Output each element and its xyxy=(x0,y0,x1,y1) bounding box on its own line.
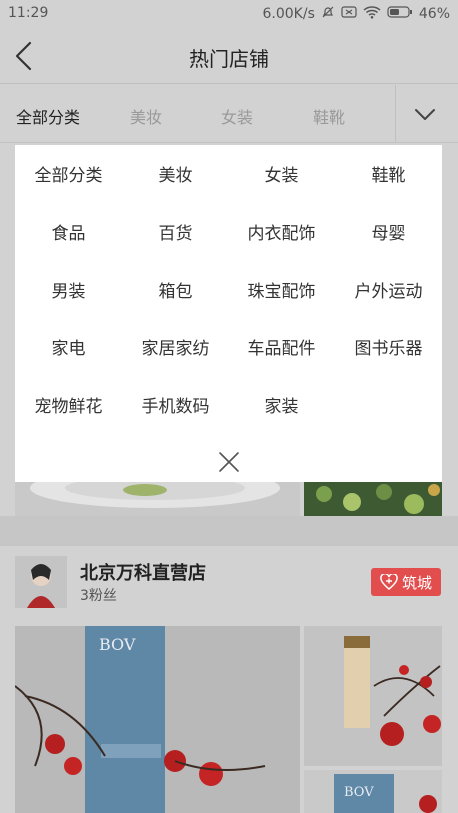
store-avatar[interactable] xyxy=(15,556,67,608)
tab-divider xyxy=(395,85,396,143)
wifi-icon xyxy=(363,5,381,23)
chevron-down-icon[interactable] xyxy=(412,103,438,125)
follow-label: 筑城 xyxy=(401,573,432,592)
page-title: 热门店铺 xyxy=(189,47,269,71)
tab-shoes[interactable]: 鞋靴 xyxy=(313,104,345,128)
category-item[interactable]: 家装 xyxy=(228,392,335,417)
category-item[interactable]: 家电 xyxy=(15,334,122,359)
product-image[interactable] xyxy=(304,626,442,766)
battery-icon xyxy=(387,6,413,22)
app-header: 热门店铺 xyxy=(0,28,458,84)
category-item[interactable]: 内衣配饰 xyxy=(228,219,335,244)
category-item[interactable]: 图书乐器 xyxy=(335,334,442,359)
category-item[interactable]: 美妆 xyxy=(122,161,229,186)
tab-womens[interactable]: 女装 xyxy=(221,104,253,128)
heart-plus-icon xyxy=(380,574,398,590)
category-item[interactable]: 车品配件 xyxy=(228,334,335,359)
tab-beauty[interactable]: 美妆 xyxy=(130,104,162,128)
follow-button[interactable]: 筑城 xyxy=(371,568,441,596)
category-item[interactable]: 全部分类 xyxy=(15,161,122,186)
net-speed: 6.00K/s xyxy=(262,6,315,22)
sim-icon xyxy=(341,6,357,22)
category-item[interactable]: 手机数码 xyxy=(122,392,229,417)
category-tab-bar: 全部分类 美妆 女装 鞋靴 xyxy=(0,85,458,143)
store-fans: 3粉丝 xyxy=(80,588,117,604)
category-item[interactable]: 箱包 xyxy=(122,277,229,302)
product-image[interactable]: BOV xyxy=(304,770,442,813)
category-item[interactable]: 百货 xyxy=(122,219,229,244)
section-gap xyxy=(0,516,458,546)
close-icon[interactable] xyxy=(217,450,241,474)
category-item[interactable]: 母婴 xyxy=(335,219,442,244)
category-item[interactable]: 鞋靴 xyxy=(335,161,442,186)
battery-level: 46% xyxy=(418,6,450,22)
status-time: 11:29 xyxy=(8,5,49,21)
category-item[interactable]: 宠物鲜花 xyxy=(15,392,122,417)
category-item[interactable]: 户外运动 xyxy=(335,277,442,302)
product-image[interactable]: BOV xyxy=(15,626,300,813)
mute-bell-icon xyxy=(321,5,335,23)
category-item[interactable]: 食品 xyxy=(15,219,122,244)
store-card[interactable]: 北京万科直营店 3粉丝 筑城 BOV BOV xyxy=(0,546,458,813)
status-bar: 11:29 6.00K/s 46% xyxy=(0,0,458,28)
category-dropdown-panel: 全部分类 美妆 女装 鞋靴 食品 百货 内衣配饰 母婴 男装 箱包 珠宝配饰 户… xyxy=(15,145,442,482)
category-item[interactable]: 女装 xyxy=(228,161,335,186)
category-item[interactable]: 家居家纺 xyxy=(122,334,229,359)
store-name[interactable]: 北京万科直营店 xyxy=(80,559,206,585)
product-image[interactable] xyxy=(304,482,442,516)
tab-all-categories[interactable]: 全部分类 xyxy=(16,104,80,128)
product-image-strip xyxy=(15,482,442,516)
category-item[interactable]: 男装 xyxy=(15,277,122,302)
category-item[interactable]: 珠宝配饰 xyxy=(228,277,335,302)
status-right: 6.00K/s 46% xyxy=(263,5,451,23)
product-brand-text: BOV xyxy=(99,635,136,654)
product-brand-text: BOV xyxy=(344,785,374,800)
product-image[interactable] xyxy=(15,482,300,516)
